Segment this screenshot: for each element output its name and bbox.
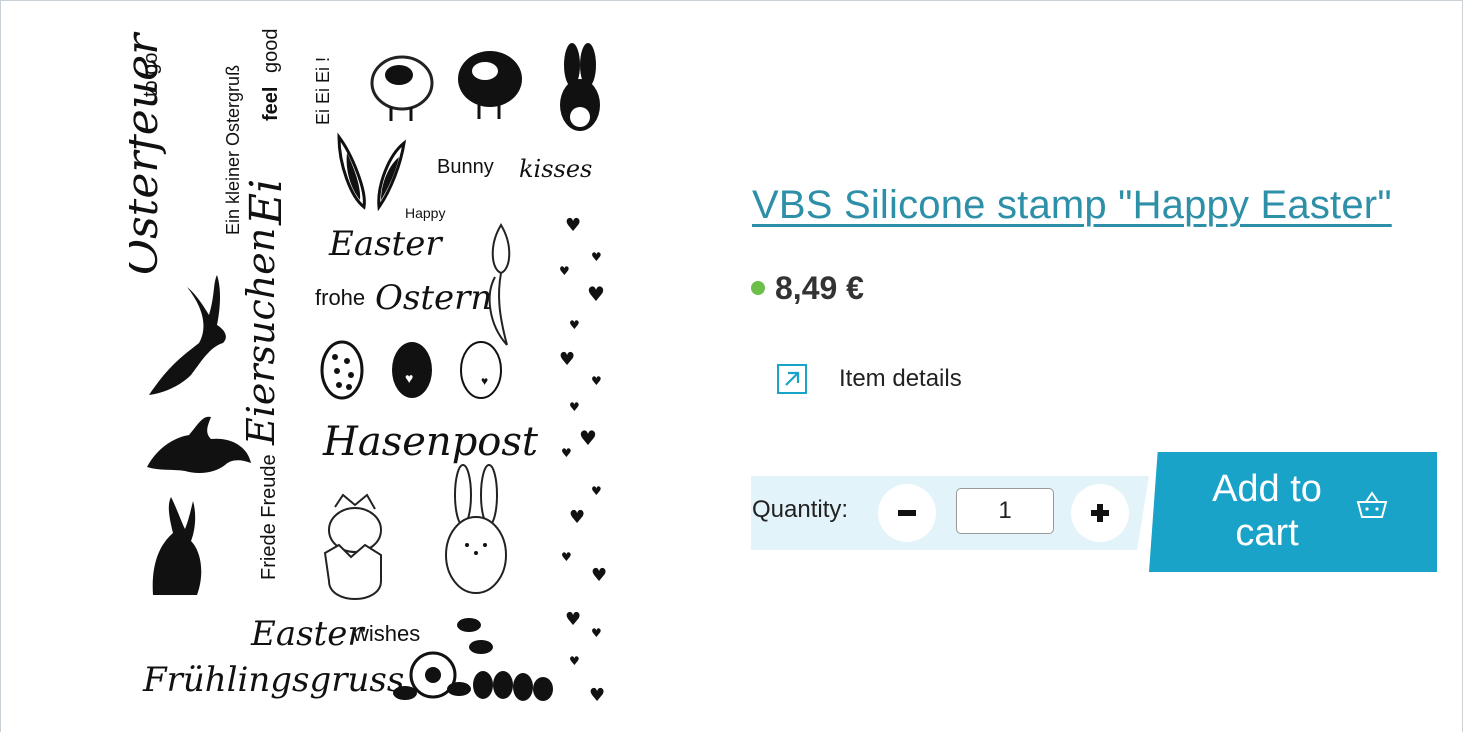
svg-text:♥: ♥ [591,250,602,264]
chick-in-egg-icon [323,493,382,600]
hare-running-icon [147,416,251,473]
stamp-text-hasenpost: Hasenpost [322,419,539,465]
hare-sitting-icon [152,497,202,595]
stamp-text-good: good [260,29,282,74]
hare-jumping-icon [149,275,226,395]
product-image[interactable]: Osterfeuer to go Ein kleiner Ostergruß E… [117,25,623,715]
price-row: 8,49 € [751,263,864,313]
item-details-label[interactable]: Item details [839,365,962,393]
plus-icon [1091,504,1109,522]
stamp-text-happy: Happy [405,205,445,221]
svg-text:♥: ♥ [591,484,602,498]
egg-dotted-icon [320,340,364,400]
svg-text:♥: ♥ [565,215,581,236]
stamp-sheet-illustration: Osterfeuer to go Ein kleiner Ostergruß E… [117,29,607,707]
stamp-text-eiersuchen: Eiersuchen [239,228,283,446]
svg-text:♥: ♥ [591,374,602,388]
stamp-text-frohe: frohe [315,285,365,310]
svg-text:♥: ♥ [589,685,605,706]
svg-text:♥: ♥ [561,550,572,564]
minus-icon [898,510,916,516]
item-details-link[interactable]: Item details [777,364,962,394]
quantity-increase-button[interactable] [1071,484,1129,542]
sheep-outline-icon [370,55,434,121]
svg-text:♥: ♥ [591,626,602,640]
add-to-cart-label[interactable]: Add to cart [1197,467,1337,555]
svg-text:♥: ♥ [569,400,580,414]
stamp-text-feel: feel [260,87,282,121]
stamp-text-ei: Ei [241,179,292,226]
product-card: Osterfeuer to go Ein kleiner Ostergruß E… [0,0,1463,732]
svg-text:♥: ♥ [569,318,580,332]
quantity-input[interactable]: 1 [956,488,1054,534]
snowdrop-flower-icon [488,223,511,346]
product-title-link[interactable]: VBS Silicone stamp "Happy Easter" [752,183,1392,228]
bunny-egg-icon [445,464,507,594]
hearts-pattern-icon: ♥ ♥ ♥ ♥ ♥ ♥ ♥ ♥ ♥ ♥ ♥ ♥ ♥ ♥ ♥ ♥ ♥ ♥ [559,215,607,706]
stamp-text-to-go: to go [140,53,162,97]
svg-text:♥: ♥ [559,349,575,370]
stamp-text-bunny: Bunny [437,156,494,178]
svg-text:♥: ♥ [569,654,580,668]
svg-text:♥: ♥ [591,565,607,586]
bunny-ears-icon [337,132,407,212]
svg-text:♥: ♥ [579,426,597,450]
svg-text:♥: ♥ [481,374,488,388]
product-price: 8,49 € [775,269,864,306]
external-link-arrow-icon[interactable] [777,364,807,394]
stamp-text-kisses: kisses [519,155,592,183]
stamp-text-easter: Easter [328,224,443,264]
quantity-label: Quantity: [752,496,849,523]
stamp-text-fruehlingsgruss: Frühlingsgruss [142,660,404,700]
stamp-text-ostern: Ostern [375,278,492,318]
stamp-text-ein-kleiner: Ein kleiner Ostergruß [223,65,243,235]
egg-outline-icon: ♥ [460,341,502,399]
add-to-cart-label-line1[interactable]: Add to [1197,467,1337,511]
svg-text:♥: ♥ [569,507,585,528]
quantity-decrease-button[interactable] [878,484,936,542]
sheep-black-icon [458,51,522,119]
bunny-tail-icon [560,43,600,131]
egg-black-icon: ♥ [392,342,432,398]
add-to-cart-label-line2[interactable]: cart [1197,511,1337,555]
shopping-basket-icon[interactable] [1355,490,1389,525]
svg-text:♥: ♥ [587,282,605,306]
stamp-text-ei-ei-ei: Ei Ei Ei ! [313,57,333,125]
svg-text:♥: ♥ [565,609,581,630]
stamp-text-friede-freude: Friede Freude [258,454,280,580]
svg-text:♥: ♥ [561,446,572,460]
svg-text:♥: ♥ [405,370,413,386]
stamp-text-wishes: wishes [352,621,420,646]
stamp-text-easter-wishes: Easter [250,614,365,654]
availability-dot-icon [751,281,765,295]
svg-text:♥: ♥ [559,264,570,278]
